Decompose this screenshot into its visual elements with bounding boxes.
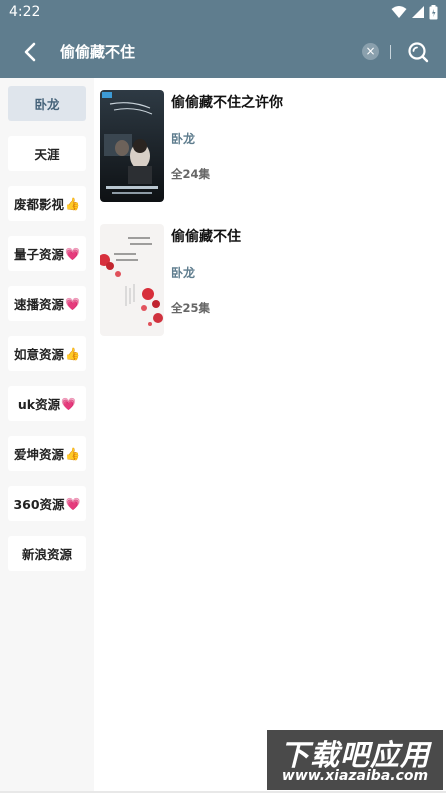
heart-icon: 💗 xyxy=(65,296,80,311)
heart-icon: 💗 xyxy=(61,396,77,411)
heart-icon: 💗 xyxy=(65,246,80,261)
source-item-subo[interactable]: 速播资源 💗 xyxy=(8,286,86,321)
poster-image xyxy=(100,224,164,336)
result-item[interactable]: 偷偷藏不住 卧龙 全25集 xyxy=(100,224,440,336)
source-item-uk[interactable]: uk资源 💗 xyxy=(8,386,86,421)
source-item-liangzi[interactable]: 量子资源 💗 xyxy=(8,236,86,271)
result-title: 偷偷藏不住之许你 xyxy=(171,95,283,111)
source-label: 废都影视 xyxy=(14,197,65,212)
source-label: 新浪资源 xyxy=(21,547,72,562)
source-item-360[interactable]: 360资源 💗 xyxy=(8,486,86,521)
source-item-aikun[interactable]: 爱坤资源 👍 xyxy=(8,436,86,471)
source-label: 360资源 xyxy=(13,497,65,512)
source-label: 量子资源 xyxy=(14,247,65,262)
back-arrow-icon xyxy=(24,42,36,62)
search-input[interactable]: 偷偷藏不住 xyxy=(60,41,135,62)
source-label: 如意资源 xyxy=(14,347,65,362)
heart-icon: 💗 xyxy=(65,496,81,511)
source-item-ruyi[interactable]: 如意资源 👍 xyxy=(8,336,86,371)
result-source: 卧龙 xyxy=(171,132,196,146)
source-item-xinlang[interactable]: 新浪资源 xyxy=(8,536,86,571)
result-episodes: 全24集 xyxy=(171,167,211,181)
watermark: 下载吧应用 www.xiazaiba.com xyxy=(267,730,443,790)
result-item[interactable]: 偷偷藏不住之许你 卧龙 全24集 xyxy=(100,90,440,202)
result-source: 卧龙 xyxy=(171,266,196,280)
signal-icon xyxy=(412,6,424,18)
clear-search-button[interactable]: × xyxy=(362,43,379,60)
source-item-feidu[interactable]: 废都影视 👍 xyxy=(8,186,86,221)
result-title: 偷偷藏不住 xyxy=(171,229,241,245)
status-bar: 4:22 xyxy=(0,0,446,26)
search-icon xyxy=(408,42,429,63)
battery-icon xyxy=(429,4,438,19)
status-time: 4:22 xyxy=(9,4,41,20)
thumbs-up-icon: 👍 xyxy=(65,346,80,361)
source-item-wolong[interactable]: 卧龙 xyxy=(8,86,86,121)
search-button[interactable] xyxy=(406,40,430,64)
wifi-icon xyxy=(391,6,407,18)
app-bar: 偷偷藏不住 × xyxy=(0,26,446,78)
source-label: 卧龙 xyxy=(34,97,60,112)
watermark-url: www.xiazaiba.com xyxy=(281,768,429,784)
source-label: uk资源 xyxy=(17,397,61,412)
close-icon: × xyxy=(365,44,376,58)
source-sidebar: 卧龙 天涯 废都影视 👍 量子资源 💗 速播资源 💗 如意资源 👍 uk资源 💗 爱坤资源… xyxy=(0,78,94,793)
source-label: 天涯 xyxy=(34,147,60,162)
status-icons xyxy=(391,4,438,20)
thumbs-up-icon: 👍 xyxy=(65,196,80,211)
source-label: 速播资源 xyxy=(14,297,65,312)
back-button[interactable] xyxy=(18,39,44,65)
poster-image xyxy=(100,90,164,202)
divider xyxy=(390,45,391,59)
source-item-tianya[interactable]: 天涯 xyxy=(8,136,86,171)
result-episodes: 全25集 xyxy=(171,301,211,315)
source-label: 爱坤资源 xyxy=(14,447,65,462)
thumbs-up-icon: 👍 xyxy=(65,446,80,461)
